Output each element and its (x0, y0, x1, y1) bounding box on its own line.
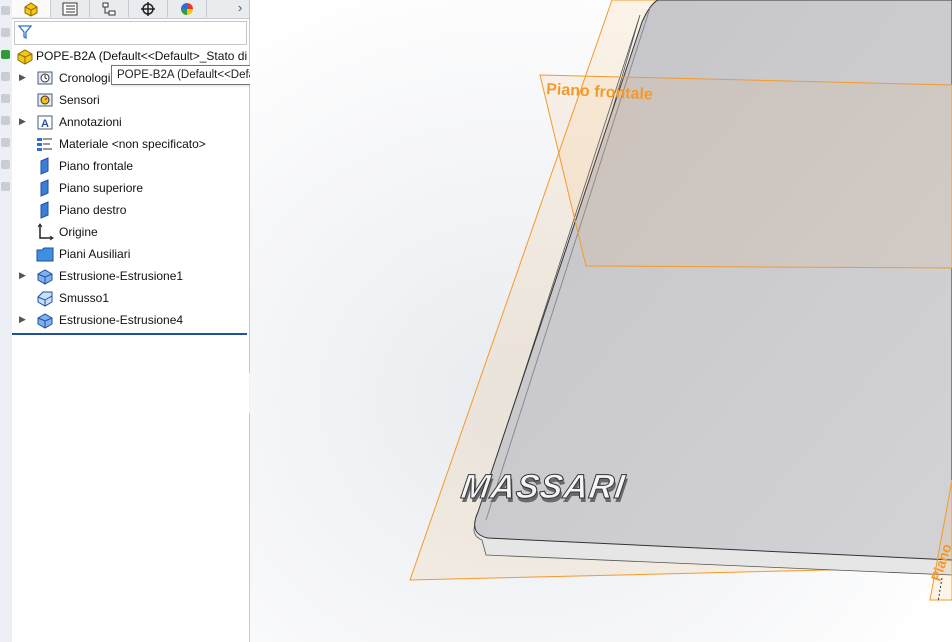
mini-tool-icon[interactable] (1, 160, 10, 169)
tree-item[interactable]: Piano superiore (36, 178, 236, 198)
tree-item-label: Piano superiore (59, 181, 144, 195)
dimxpert-tab[interactable] (129, 0, 168, 17)
tree-item-label: Estrusione-Estrusione4 (59, 313, 184, 327)
front-plane-small[interactable] (539, 74, 952, 269)
configurationmanager-tab[interactable] (90, 0, 129, 17)
svg-text:A: A (41, 118, 49, 130)
filter-icon (18, 25, 32, 39)
tree-item[interactable]: Sensori (36, 90, 236, 110)
tree-root-label: POPE-B2A (Default<<Default>_Stato di (36, 49, 248, 63)
tree-item-label: Materiale <non specificato> (59, 137, 206, 151)
property-list-icon (62, 2, 78, 16)
tree-item-label: Piano frontale (59, 159, 134, 173)
mini-tool-icon[interactable] (1, 72, 10, 81)
panel-tab-bar: › (12, 0, 249, 19)
tree-item[interactable]: Piano frontale (36, 156, 236, 176)
tree-item[interactable]: Origine (36, 222, 236, 242)
featuremanager-tab[interactable] (12, 0, 51, 17)
plane-icon (40, 201, 49, 219)
sensor-icon (37, 93, 53, 107)
tree-item[interactable]: Smusso1 (36, 288, 236, 308)
configuration-icon (102, 2, 116, 16)
rollback-bar[interactable] (12, 333, 247, 335)
mini-tool-icon[interactable] (1, 6, 10, 15)
expand-arrow-icon[interactable]: ▶ (19, 72, 26, 83)
crosshair-icon (141, 2, 155, 16)
feature-filter-input[interactable] (14, 21, 247, 45)
tree-item-label: Smusso1 (59, 291, 110, 305)
tree-item[interactable]: Piano destro (36, 200, 236, 220)
mini-tool-icon[interactable] (1, 28, 10, 37)
tree-item-label: Estrusione-Estrusione1 (59, 269, 184, 283)
mini-tool-icon[interactable] (1, 94, 10, 103)
tree-item-label: Sensori (59, 93, 100, 107)
expand-arrow-icon[interactable]: ▶ (19, 314, 26, 325)
tree-item-label: Origine (59, 225, 98, 239)
graphics-area[interactable]: Piano frontale Piano MASSARI MASSARI (250, 0, 952, 642)
rebuild-icon[interactable] (1, 50, 10, 59)
tree-item[interactable]: Estrusione-Estrusione1 (36, 266, 236, 286)
mini-tool-icon[interactable] (1, 182, 10, 191)
expand-arrow-icon[interactable]: ▶ (19, 116, 26, 127)
tree-item[interactable]: A Annotazioni (36, 112, 236, 132)
plane-icon (40, 179, 49, 197)
tree-root-part[interactable]: POPE-B2A (Default<<Default>_Stato di (14, 46, 254, 66)
part-icon (17, 49, 33, 65)
tree-item-label: Cronologia (59, 71, 118, 85)
mini-tool-icon[interactable] (1, 116, 10, 125)
model-scene[interactable]: Piano frontale Piano MASSARI MASSARI (250, 0, 952, 642)
history-icon (37, 71, 53, 85)
chevron-right-icon[interactable]: › (232, 0, 248, 17)
tree-item-label: Annotazioni (59, 115, 122, 129)
extrude-icon (37, 313, 53, 329)
color-wheel-icon (181, 3, 193, 15)
expand-arrow-icon[interactable]: ▶ (19, 270, 26, 281)
tree-item-label: Piani Ausiliari (59, 247, 131, 261)
mini-tool-icon[interactable] (1, 138, 10, 147)
plane-icon (40, 157, 49, 175)
chamfer-icon (37, 291, 53, 307)
feature-manager-panel: › POPE-B2A (Default<<Default>_Stato di ▶… (12, 0, 423, 642)
tree-item[interactable]: Piani Ausiliari (36, 244, 236, 264)
annotation-icon: A (37, 115, 53, 130)
origin-icon (37, 223, 54, 241)
tree-item[interactable]: Estrusione-Estrusione4 (36, 310, 236, 330)
tree-item[interactable]: Materiale <non specificato> (36, 134, 236, 154)
extrude-icon (37, 269, 53, 285)
engraved-text[interactable]: MASSARI (458, 468, 629, 507)
material-icon (37, 138, 52, 151)
part-icon (24, 2, 38, 17)
tree-item-label: Piano destro (59, 203, 127, 217)
display-manager-tab[interactable] (168, 0, 207, 17)
folder-icon (36, 247, 54, 262)
propertymanager-tab[interactable] (51, 0, 90, 17)
